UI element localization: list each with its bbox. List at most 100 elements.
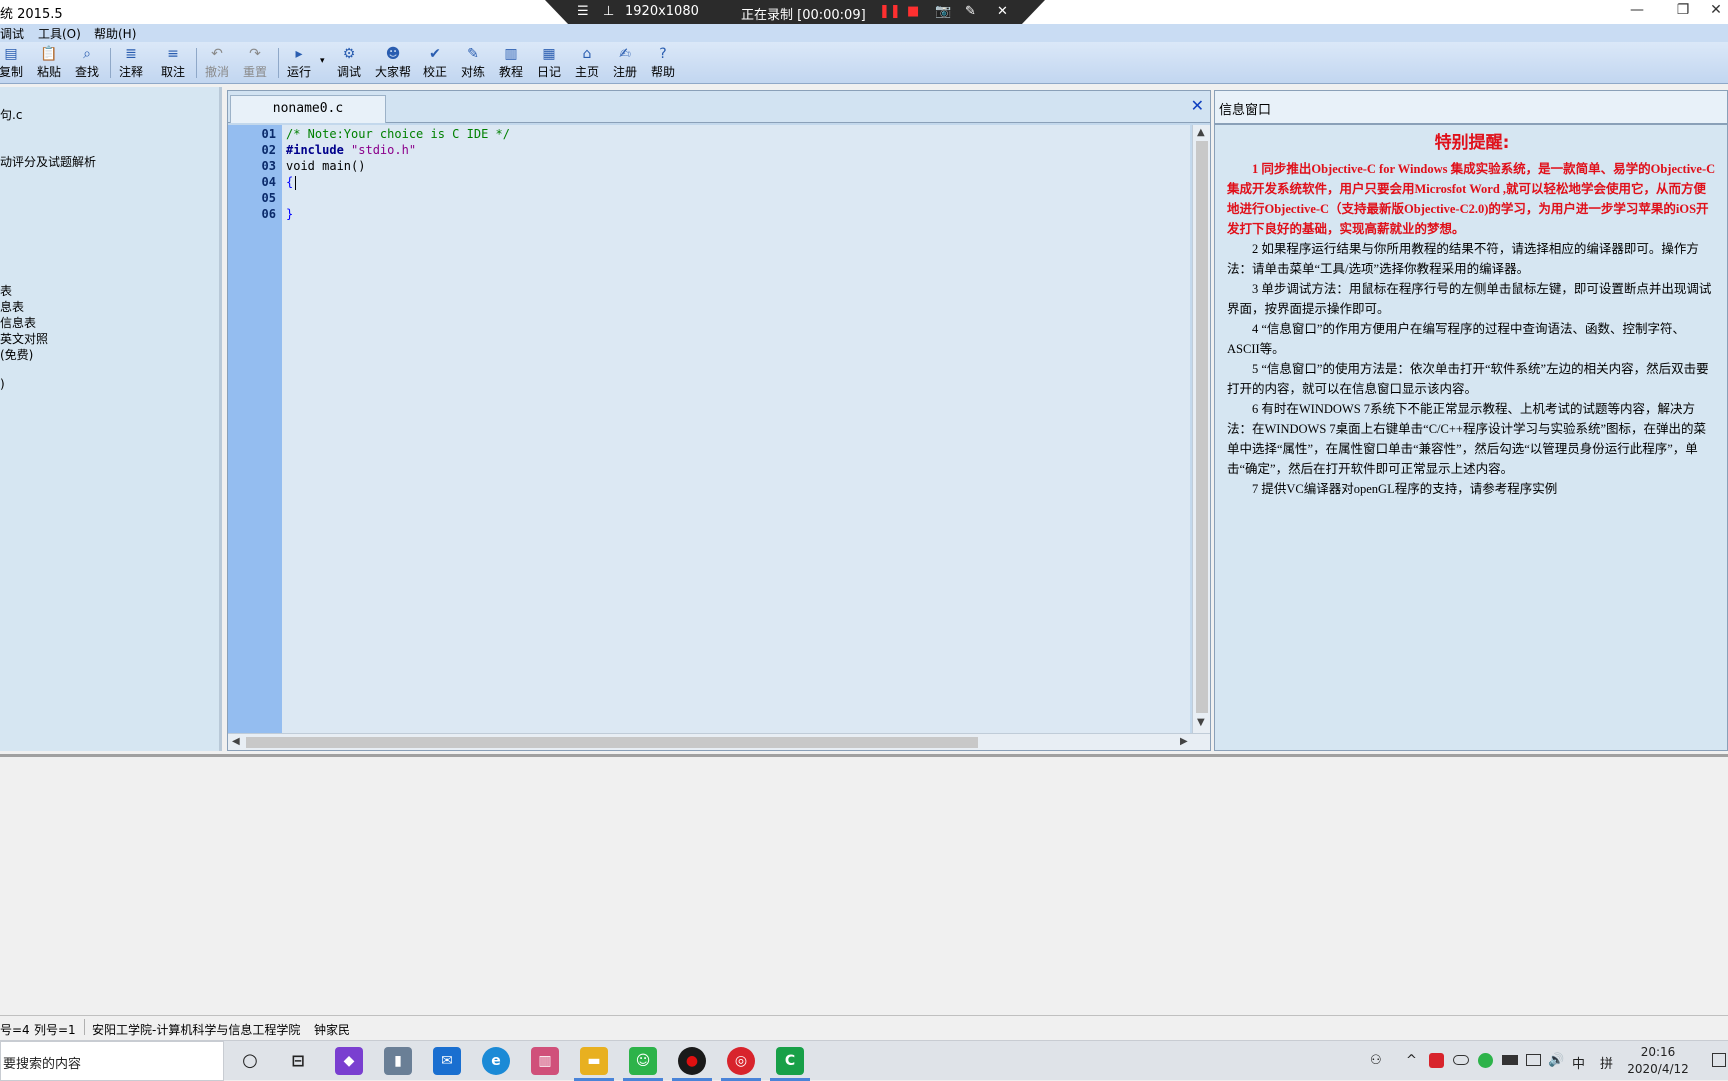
- tray-app-icon[interactable]: [1429, 1053, 1444, 1068]
- c-ide-icon[interactable]: C: [776, 1047, 804, 1075]
- scroll-right-icon[interactable]: ▶: [1180, 736, 1188, 747]
- tree-item[interactable]: 句.c: [0, 106, 22, 123]
- toolbar-separator: [110, 48, 111, 78]
- output-pane[interactable]: [0, 754, 1728, 1012]
- close-icon[interactable]: ✕: [1191, 96, 1204, 115]
- tree-item[interactable]: 表: [0, 282, 12, 299]
- check-icon: ✔: [429, 46, 441, 62]
- status-author: 钟家民: [314, 1023, 351, 1037]
- task-view-icon[interactable]: ⊟: [284, 1047, 312, 1075]
- horizontal-scrollbar[interactable]: ◀ ▶: [228, 733, 1210, 750]
- taskbar-clock[interactable]: 20:16 2020/4/12: [1622, 1044, 1694, 1078]
- tab-noname0[interactable]: noname0.c: [230, 95, 386, 123]
- calendar-icon: ▦: [542, 46, 556, 62]
- folder-icon[interactable]: ▬: [580, 1047, 608, 1075]
- tree-item[interactable]: (免费): [0, 346, 33, 363]
- close-window-button[interactable]: ✕: [1704, 0, 1728, 22]
- menu-bar: 调试 工具(O) 帮助(H): [0, 24, 1728, 42]
- debug-icon: ⚙: [342, 46, 356, 62]
- network-icon[interactable]: [1526, 1054, 1541, 1066]
- status-column: 列号=1: [34, 1023, 76, 1037]
- tree-item[interactable]: 英文对照: [0, 330, 48, 347]
- netease-music-icon[interactable]: ◎: [727, 1047, 755, 1075]
- cloud-icon[interactable]: [1453, 1055, 1469, 1065]
- pause-icon[interactable]: ❚❚: [879, 4, 901, 19]
- code-text-area[interactable]: /* Note:Your choice is C IDE */ #include…: [282, 125, 1190, 733]
- practice-button[interactable]: ✎ 对练: [454, 44, 492, 82]
- recorder-menu-icon[interactable]: ☰: [577, 4, 589, 19]
- ime-mode[interactable]: 拼: [1600, 1053, 1613, 1072]
- tree-item[interactable]: 息表: [0, 298, 24, 315]
- window-title: 统 2015.5: [0, 7, 63, 22]
- info-window-title: 信息窗口: [1219, 103, 1272, 118]
- register-button[interactable]: ✍ 注册: [606, 44, 644, 82]
- run-button[interactable]: ▸ 运行: [280, 44, 318, 82]
- correct-button[interactable]: ✔ 校正: [416, 44, 454, 82]
- search-placeholder: 要搜索的内容: [3, 1057, 82, 1072]
- recorder-close-icon[interactable]: ✕: [997, 4, 1008, 19]
- diary-button[interactable]: ▦ 日记: [530, 44, 568, 82]
- toolbar: ▤ 复制 📋 粘贴 ⌕ 查找 ≣ 注释 ≡ 取注 ↶ 撤消 ↷ 重置 ▸ 运行 ▾ ⚙ 调试 ☻ 大…: [0, 42, 1728, 84]
- debug-button[interactable]: ⚙ 调试: [330, 44, 368, 82]
- clock-date: 2020/4/12: [1627, 1062, 1689, 1076]
- minimize-button[interactable]: —: [1614, 0, 1660, 22]
- text-cursor: [295, 176, 296, 190]
- app-purple-icon[interactable]: ◆: [335, 1047, 363, 1075]
- books-icon: ▥: [504, 46, 518, 62]
- stop-icon[interactable]: ■: [907, 4, 919, 19]
- horizontal-scroll-thumb[interactable]: [246, 737, 978, 748]
- menu-help[interactable]: 帮助(H): [94, 25, 136, 42]
- tutorial-button[interactable]: ▥ 教程: [492, 44, 530, 82]
- menu-tools[interactable]: 工具(O): [38, 25, 81, 42]
- pen-icon[interactable]: ✎: [965, 4, 976, 19]
- scroll-left-icon[interactable]: ◀: [232, 736, 240, 747]
- people-icon[interactable]: ⚇: [1370, 1053, 1382, 1068]
- home-button[interactable]: ⌂ 主页: [568, 44, 606, 82]
- tree-item[interactable]: 动评分及试题解析: [0, 153, 96, 170]
- trash-icon[interactable]: ▮: [384, 1047, 412, 1075]
- mail-icon[interactable]: ✉: [433, 1047, 461, 1075]
- menu-debug[interactable]: 调试: [0, 25, 24, 42]
- info-paragraph: 6 有时在WINDOWS 7系统下不能正常显示教程、上机考试的试题等内容，解决方…: [1227, 402, 1707, 476]
- people-icon: ☻: [385, 46, 401, 62]
- volume-icon[interactable]: 🔊: [1548, 1053, 1564, 1068]
- undo-button[interactable]: ↶ 撤消: [198, 44, 236, 82]
- recorder-resolution[interactable]: 1920x1080: [625, 4, 699, 19]
- scroll-up-icon[interactable]: ▲: [1197, 127, 1205, 138]
- clock-time: 20:16: [1640, 1045, 1676, 1059]
- info-paragraph: 7 提供VC编译器对openGL程序的支持，请参考程序实例: [1252, 482, 1558, 496]
- notification-icon[interactable]: [1712, 1053, 1726, 1067]
- find-button[interactable]: ⌕ 查找: [68, 44, 106, 82]
- redo-button[interactable]: ↷ 重置: [236, 44, 274, 82]
- battery-icon[interactable]: [1502, 1055, 1518, 1065]
- copy-button[interactable]: ▤ 复制: [0, 44, 30, 82]
- edge-icon[interactable]: e: [482, 1047, 510, 1075]
- tree-item[interactable]: 信息表: [0, 314, 36, 331]
- paste-button[interactable]: 📋 粘贴: [30, 44, 68, 82]
- scroll-down-icon[interactable]: ▼: [1197, 717, 1205, 728]
- tree-item[interactable]: ): [0, 377, 5, 391]
- line-number: 05: [261, 191, 276, 205]
- tray-wechat-icon[interactable]: [1478, 1053, 1493, 1068]
- maximize-button[interactable]: ❐: [1660, 0, 1706, 22]
- line-number-gutter[interactable]: 01 02 03 04 05 06: [228, 125, 282, 733]
- uncomment-button[interactable]: ≡ 取注: [154, 44, 192, 82]
- ime-language[interactable]: 中: [1572, 1053, 1585, 1072]
- chevron-up-icon[interactable]: ^: [1406, 1053, 1417, 1068]
- run-dropdown-icon[interactable]: ▾: [320, 56, 325, 66]
- status-organization: 安阳工学院-计算机科学与信息工程学院: [92, 1023, 301, 1037]
- taskbar-search-box[interactable]: 要搜索的内容: [0, 1041, 224, 1081]
- vertical-scroll-thumb[interactable]: [1196, 141, 1208, 713]
- help-each-other-button[interactable]: ☻ 大家帮: [372, 44, 414, 82]
- camera-icon[interactable]: 📷: [935, 4, 951, 19]
- comment-button[interactable]: ≣ 注释: [112, 44, 150, 82]
- pin-icon[interactable]: ⊥: [603, 4, 614, 19]
- vertical-scrollbar[interactable]: ▲ ▼: [1192, 125, 1210, 733]
- copy-icon: ▤: [4, 46, 18, 62]
- media-icon[interactable]: ▥: [531, 1047, 559, 1075]
- recorder-icon[interactable]: ●: [678, 1047, 706, 1075]
- status-bar: 号=4 列号=1 安阳工学院-计算机科学与信息工程学院 钟家民: [0, 1015, 1728, 1039]
- wechat-icon[interactable]: ☺: [629, 1047, 657, 1075]
- help-button[interactable]: ? 帮助: [644, 44, 682, 82]
- cortana-icon[interactable]: ○: [236, 1047, 264, 1075]
